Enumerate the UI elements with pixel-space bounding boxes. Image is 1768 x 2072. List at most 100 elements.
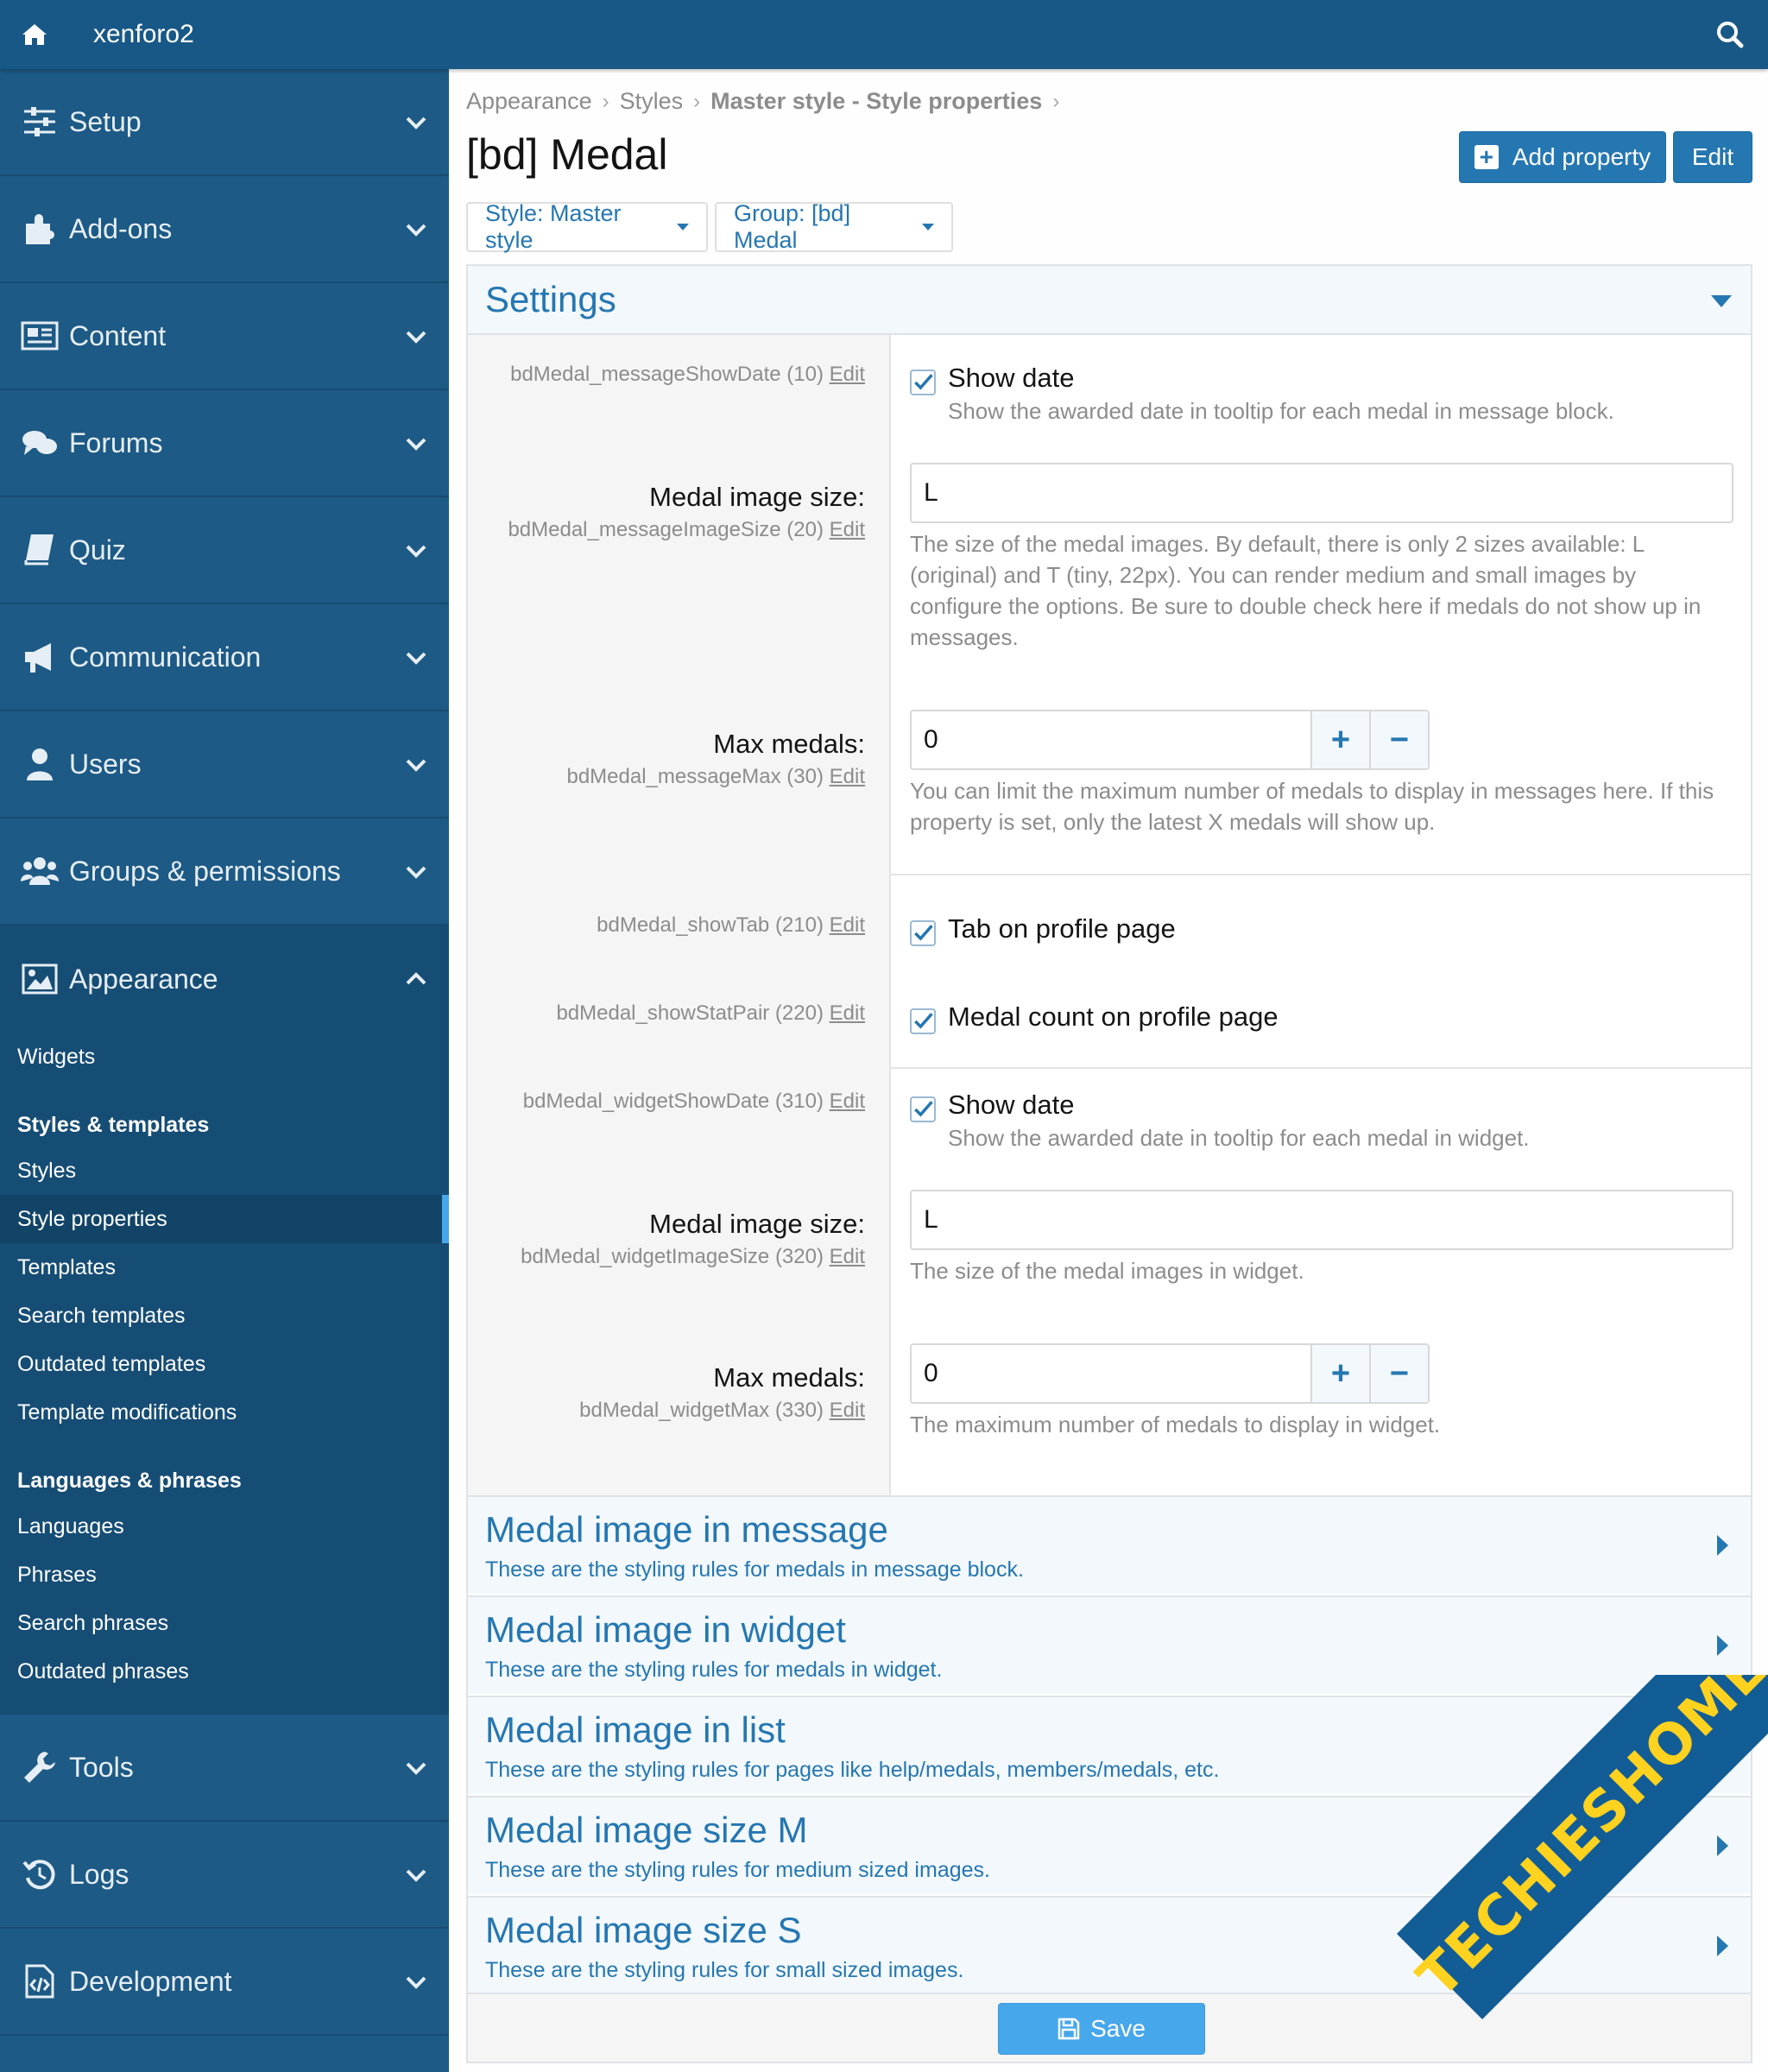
sidebar-subitem-styles[interactable]: Styles bbox=[0, 1147, 449, 1195]
bullhorn-icon bbox=[19, 636, 60, 678]
expand-icon[interactable] bbox=[1717, 1635, 1728, 1656]
checkbox-label[interactable]: Medal count on profile page bbox=[948, 1001, 1279, 1033]
sidebar-subitem-templates[interactable]: Templates bbox=[0, 1243, 449, 1292]
edit-link[interactable]: Edit bbox=[830, 1399, 865, 1422]
user-icon bbox=[19, 743, 60, 785]
property-label: Medal image size: bbox=[649, 482, 865, 512]
history-icon bbox=[19, 1854, 60, 1895]
appearance-subnav: Widgets Styles & templates Styles Style … bbox=[0, 1033, 449, 1715]
sidebar-subitem-languages[interactable]: Languages bbox=[0, 1502, 449, 1551]
edit-link[interactable]: Edit bbox=[830, 1001, 865, 1025]
expand-icon[interactable] bbox=[1717, 1936, 1728, 1956]
search-icon[interactable] bbox=[1713, 17, 1747, 52]
home-icon[interactable] bbox=[0, 0, 69, 69]
medal-count-checkbox[interactable] bbox=[910, 1008, 936, 1034]
property-key: bdMedal_messageImageSize (20) Edit bbox=[508, 518, 865, 541]
add-property-button[interactable]: + Add property bbox=[1459, 131, 1666, 183]
hint-text: The maximum number of medals to display … bbox=[910, 1412, 1441, 1437]
save-button[interactable]: Save bbox=[998, 2003, 1205, 2055]
group-medal-image-size-m[interactable]: Medal image size M These are the styling… bbox=[468, 1796, 1751, 1894]
expand-icon[interactable] bbox=[1717, 1735, 1728, 1756]
sidebar-subitem-phrases[interactable]: Phrases bbox=[0, 1551, 449, 1599]
sidebar-item-groups-permissions[interactable]: Groups & permissions bbox=[0, 818, 449, 925]
edit-button[interactable]: Edit bbox=[1673, 131, 1752, 183]
decrement-button[interactable]: − bbox=[1369, 1345, 1428, 1402]
breadcrumb-appearance[interactable]: Appearance bbox=[466, 88, 592, 115]
sidebar-subitem-template-modifications[interactable]: Template modifications bbox=[0, 1388, 449, 1437]
page-title: [bd] Medal bbox=[466, 130, 668, 179]
sidebar-item-communication[interactable]: Communication bbox=[0, 604, 449, 711]
group-filter-dropdown[interactable]: Group: [bd] Medal bbox=[715, 200, 953, 253]
chevron-right-icon: › bbox=[602, 89, 609, 113]
hint-text: Show the awarded date in tooltip for eac… bbox=[948, 1125, 1530, 1151]
collapse-toggle-icon[interactable] bbox=[1711, 295, 1732, 307]
sidebar-item-quiz[interactable]: Quiz bbox=[0, 497, 449, 604]
widget-max-medals-input[interactable]: 0 bbox=[912, 1345, 1310, 1402]
max-medals-input[interactable]: 0 bbox=[912, 711, 1310, 768]
sidebar-subitem-outdated-phrases[interactable]: Outdated phrases bbox=[0, 1647, 449, 1696]
expand-icon[interactable] bbox=[1717, 1535, 1728, 1556]
increment-button[interactable]: + bbox=[1310, 1345, 1369, 1402]
wrench-icon bbox=[19, 1747, 60, 1788]
row-divider bbox=[891, 1067, 1751, 1069]
edit-link[interactable]: Edit bbox=[830, 518, 865, 541]
floppy-disk-icon bbox=[1058, 2018, 1080, 2040]
property-key: bdMedal_showTab (210) Edit bbox=[597, 913, 865, 937]
sidebar-item-setup[interactable]: Setup bbox=[0, 69, 449, 176]
chevron-down-icon bbox=[406, 1762, 426, 1775]
edit-link[interactable]: Edit bbox=[830, 1090, 865, 1113]
brand-title[interactable]: xenforo2 bbox=[93, 20, 194, 49]
widget-image-size-input[interactable]: L bbox=[910, 1190, 1733, 1250]
sidebar-subitem-search-phrases[interactable]: Search phrases bbox=[0, 1599, 449, 1647]
chevron-down-icon bbox=[406, 652, 426, 665]
group-medal-image-list[interactable]: Medal image in list These are the stylin… bbox=[468, 1696, 1751, 1794]
image-size-input[interactable]: L bbox=[910, 463, 1733, 523]
edit-link[interactable]: Edit bbox=[830, 1245, 865, 1268]
sidebar-item-logs[interactable]: Logs bbox=[0, 1822, 449, 1929]
group-title: Medal image in widget bbox=[485, 1609, 846, 1650]
sidebar-item-forums[interactable]: Forums bbox=[0, 390, 449, 497]
chevron-down-icon bbox=[406, 331, 426, 344]
edit-link[interactable]: Edit bbox=[830, 765, 865, 788]
sidebar-item-appearance[interactable]: Appearance bbox=[0, 925, 449, 1033]
edit-link[interactable]: Edit bbox=[830, 363, 865, 386]
property-key: bdMedal_showStatPair (220) Edit bbox=[556, 1001, 865, 1025]
edit-link[interactable]: Edit bbox=[830, 913, 865, 937]
breadcrumb-style-properties[interactable]: Master style - Style properties bbox=[710, 88, 1042, 115]
group-medal-image-size-s[interactable]: Medal image size S These are the styling… bbox=[468, 1896, 1751, 1994]
settings-section-header[interactable]: Settings bbox=[468, 266, 1751, 335]
style-filter-dropdown[interactable]: Style: Master style bbox=[466, 200, 708, 253]
sidebar-item-content[interactable]: Content bbox=[0, 283, 449, 390]
code-file-icon bbox=[19, 1961, 60, 2002]
tab-on-profile-checkbox[interactable] bbox=[910, 920, 936, 946]
increment-button[interactable]: + bbox=[1310, 711, 1369, 768]
show-date-checkbox[interactable] bbox=[910, 370, 936, 395]
checkbox-label[interactable]: Show date bbox=[948, 363, 1075, 394]
sidebar-item-users[interactable]: Users bbox=[0, 711, 449, 818]
chevron-up-icon bbox=[406, 972, 426, 985]
sidebar-item-addons[interactable]: Add-ons bbox=[0, 176, 449, 283]
sidebar-subitem-widgets[interactable]: Widgets bbox=[0, 1033, 449, 1081]
sidebar-label: Logs bbox=[69, 1858, 129, 1890]
checkbox-label[interactable]: Show date bbox=[948, 1090, 1075, 1121]
expand-icon[interactable] bbox=[1717, 1835, 1728, 1856]
chevron-right-icon: › bbox=[693, 89, 701, 113]
group-medal-image-widget[interactable]: Medal image in widget These are the styl… bbox=[468, 1595, 1751, 1694]
sidebar-subitem-style-properties[interactable]: Style properties bbox=[0, 1195, 449, 1243]
group-filter-label: Group: [bd] Medal bbox=[734, 200, 851, 253]
sidebar-subitem-outdated-templates[interactable]: Outdated templates bbox=[0, 1340, 449, 1388]
sliders-icon bbox=[19, 101, 60, 142]
sidebar-subitem-search-templates[interactable]: Search templates bbox=[0, 1292, 449, 1340]
widget-show-date-checkbox[interactable] bbox=[910, 1096, 936, 1122]
breadcrumb-styles[interactable]: Styles bbox=[620, 88, 684, 115]
sidebar-item-development[interactable]: Development bbox=[0, 1929, 449, 2036]
caret-down-icon bbox=[922, 224, 934, 231]
sidebar-item-tools[interactable]: Tools bbox=[0, 1715, 449, 1822]
decrement-button[interactable]: − bbox=[1369, 711, 1428, 768]
checkbox-label[interactable]: Tab on profile page bbox=[948, 913, 1176, 944]
check-icon bbox=[914, 925, 933, 941]
top-header: xenforo2 bbox=[0, 0, 1768, 69]
group-medal-image-message[interactable]: Medal image in message These are the sty… bbox=[468, 1495, 1751, 1594]
image-icon bbox=[19, 958, 60, 1000]
puzzle-icon bbox=[19, 208, 60, 250]
